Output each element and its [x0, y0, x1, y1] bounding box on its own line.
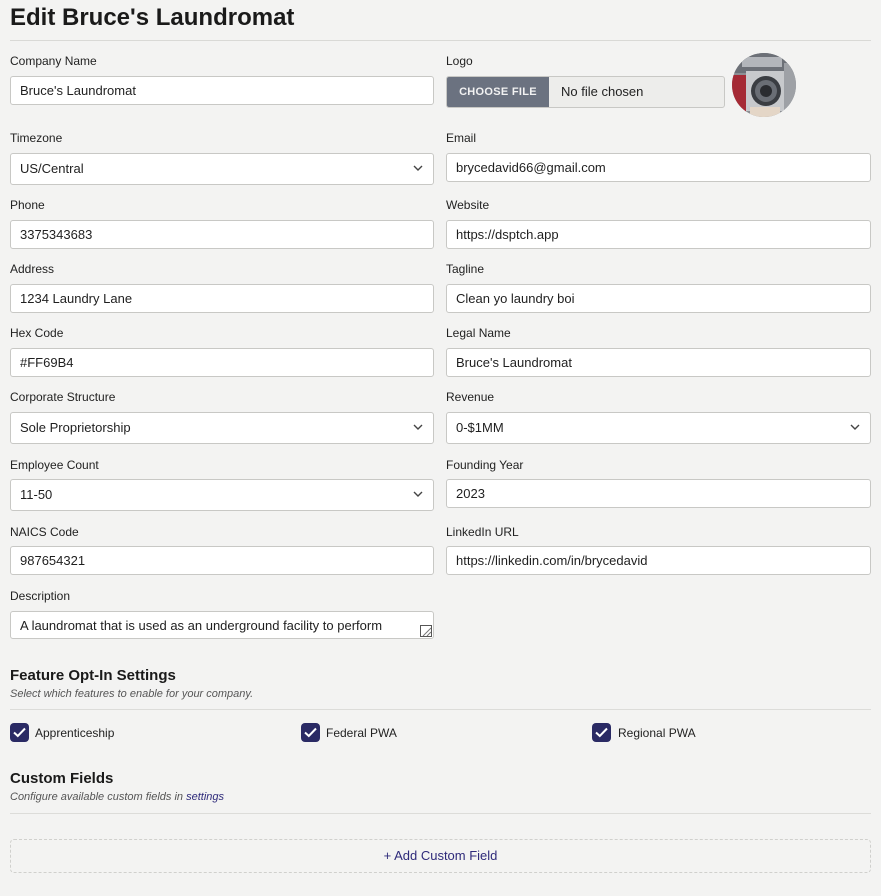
naics-code-field[interactable] — [10, 546, 434, 575]
hex-code-label: Hex Code — [10, 326, 64, 340]
choose-file-button[interactable]: CHOOSE FILE — [447, 77, 549, 107]
federal-pwa-label: Federal PWA — [326, 726, 397, 740]
custom-fields-subtitle: Configure available custom fields in set… — [10, 791, 224, 803]
logo-label: Logo — [446, 54, 473, 68]
page-title: Edit Bruce's Laundromat — [10, 4, 295, 31]
legal-name-field[interactable] — [446, 348, 871, 377]
address-label: Address — [10, 262, 55, 276]
company-name-input[interactable] — [10, 76, 434, 105]
feature-settings-title: Feature Opt-In Settings — [10, 667, 176, 684]
linkedin-url-field[interactable] — [446, 546, 871, 575]
description-text: A laundromat that is used as an undergro… — [20, 618, 383, 633]
timezone-select[interactable]: US/Central — [10, 153, 434, 185]
email-field[interactable] — [446, 153, 871, 182]
naics-code-label: NAICS Code — [10, 525, 79, 539]
employee-count-select[interactable]: 11-50 — [10, 479, 434, 511]
revenue-select[interactable]: 0-$1MM — [446, 412, 871, 444]
federal-pwa-checkbox[interactable] — [301, 723, 320, 742]
feature-settings-divider — [10, 709, 871, 710]
legal-name-label: Legal Name — [446, 326, 511, 340]
timezone-label: Timezone — [10, 131, 63, 145]
corporate-structure-value: Sole Proprietorship — [20, 420, 131, 435]
revenue-value: 0-$1MM — [456, 420, 504, 435]
phone-label: Phone — [10, 198, 45, 212]
employee-count-value: 11-50 — [20, 487, 53, 502]
logo-file-input[interactable]: CHOOSE FILE No file chosen — [446, 76, 725, 108]
checkmark-icon — [304, 727, 317, 738]
custom-fields-divider — [10, 813, 871, 814]
chevron-down-icon — [850, 424, 860, 430]
revenue-label: Revenue — [446, 390, 495, 404]
website-label: Website — [446, 198, 490, 212]
hex-code-field[interactable] — [10, 348, 434, 377]
chevron-down-icon — [413, 491, 423, 497]
founding-year-label: Founding Year — [446, 458, 524, 472]
apprenticeship-label: Apprenticeship — [35, 726, 115, 740]
logo-preview-image — [732, 53, 796, 117]
checkmark-icon — [13, 727, 26, 738]
description-label: Description — [10, 589, 71, 603]
apprenticeship-checkbox[interactable] — [10, 723, 29, 742]
timezone-value: US/Central — [20, 161, 84, 176]
checkmark-icon — [595, 727, 608, 738]
custom-fields-title: Custom Fields — [10, 770, 114, 787]
title-divider — [10, 40, 871, 41]
tagline-field[interactable] — [446, 284, 871, 313]
corporate-structure-select[interactable]: Sole Proprietorship — [10, 412, 434, 444]
address-field[interactable] — [10, 284, 434, 313]
chevron-down-icon — [413, 424, 423, 430]
add-custom-field-button[interactable]: + Add Custom Field — [10, 839, 871, 873]
custom-fields-subtitle-text: Configure available custom fields in — [10, 791, 184, 803]
employee-count-label: Employee Count — [10, 458, 99, 472]
tagline-label: Tagline — [446, 262, 485, 276]
chevron-down-icon — [413, 165, 423, 171]
corporate-structure-label: Corporate Structure — [10, 390, 116, 404]
company-name-label: Company Name — [10, 54, 97, 68]
website-field[interactable] — [446, 220, 871, 249]
feature-settings-subtitle: Select which features to enable for your… — [10, 688, 254, 700]
regional-pwa-label: Regional PWA — [618, 726, 696, 740]
settings-link[interactable]: settings — [186, 791, 224, 803]
phone-field[interactable] — [10, 220, 434, 249]
resize-handle-icon[interactable] — [420, 625, 432, 637]
linkedin-url-label: LinkedIn URL — [446, 525, 519, 539]
regional-pwa-checkbox[interactable] — [592, 723, 611, 742]
description-textarea[interactable]: A laundromat that is used as an undergro… — [10, 611, 434, 639]
email-label: Email — [446, 131, 477, 145]
file-status-text: No file chosen — [561, 84, 644, 99]
founding-year-field[interactable] — [446, 479, 871, 508]
